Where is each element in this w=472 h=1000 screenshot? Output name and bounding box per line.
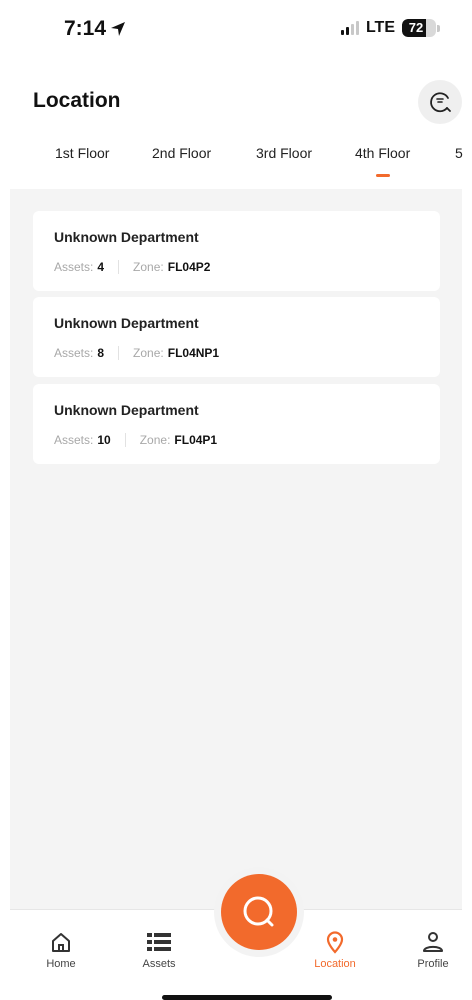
tab-4th-floor[interactable]: 4th Floor [355, 145, 410, 161]
zone-code: FL04P2 [167, 260, 211, 274]
nav-assets[interactable]: Assets [124, 930, 194, 970]
filter-icon [430, 92, 451, 113]
floor-tabs: 1st Floor 2nd Floor 3rd Floor 4th Floor … [0, 143, 472, 189]
active-tab-indicator [376, 174, 390, 177]
signal-icon [340, 21, 359, 35]
list-icon [147, 933, 171, 951]
meta-divider [124, 433, 126, 447]
assets-label: Assets: [54, 433, 94, 447]
assets-count: 8 [97, 346, 105, 360]
profile-icon [423, 932, 443, 952]
location-pin-icon [326, 931, 344, 954]
meta-divider [118, 260, 120, 274]
home-icon [52, 933, 70, 952]
zone-code: FL04NP1 [167, 346, 220, 360]
tab-5th-floor[interactable]: 5 [455, 145, 463, 161]
assets-label: Assets: [54, 346, 94, 360]
nav-location-label: Location [314, 958, 356, 970]
filter-button[interactable] [418, 80, 462, 124]
department-meta: Assets: 10 Zone: FL04P1 [54, 433, 217, 447]
department-card[interactable]: Unknown Department Assets: 10 Zone: FL04… [33, 384, 440, 464]
status-time: 7:14 [64, 17, 126, 41]
assets-label: Assets: [54, 260, 94, 274]
department-meta: Assets: 4 Zone: FL04P2 [54, 260, 210, 274]
department-list: Unknown Department Assets: 4 Zone: FL04P… [10, 189, 462, 909]
assets-count: 10 [97, 433, 111, 447]
tab-3rd-floor[interactable]: 3rd Floor [256, 145, 312, 161]
nav-home[interactable]: Home [26, 930, 96, 970]
battery-icon: 72 [402, 19, 440, 37]
department-name: Unknown Department [54, 402, 199, 418]
status-indicators: LTE 72 [340, 19, 440, 37]
department-name: Unknown Department [54, 229, 199, 245]
assets-count: 4 [97, 260, 105, 274]
nav-profile[interactable]: Profile [398, 930, 468, 970]
status-bar: 7:14 LTE 72 [0, 0, 472, 60]
location-arrow-icon [111, 22, 126, 36]
nav-home-label: Home [46, 958, 76, 970]
scan-search-button[interactable] [221, 874, 297, 950]
nav-profile-label: Profile [417, 958, 449, 970]
department-card[interactable]: Unknown Department Assets: 8 Zone: FL04N… [33, 297, 440, 377]
department-card[interactable]: Unknown Department Assets: 4 Zone: FL04P… [33, 211, 440, 291]
meta-divider [118, 346, 120, 360]
department-name: Unknown Department [54, 315, 199, 331]
battery-level: 72 [408, 20, 424, 35]
nav-assets-label: Assets [142, 958, 176, 970]
search-icon [243, 896, 274, 927]
department-meta: Assets: 8 Zone: FL04NP1 [54, 346, 219, 360]
status-time-text: 7:14 [64, 17, 107, 40]
zone-label: Zone: [133, 260, 164, 274]
zone-code: FL04P1 [174, 433, 218, 447]
page-title: Location [33, 89, 121, 112]
zone-label: Zone: [133, 346, 164, 360]
network-type: LTE [365, 19, 395, 36]
nav-location[interactable]: Location [300, 930, 370, 970]
tab-2nd-floor[interactable]: 2nd Floor [152, 145, 211, 161]
zone-label: Zone: [139, 433, 171, 447]
tab-1st-floor[interactable]: 1st Floor [55, 145, 109, 161]
home-indicator [162, 995, 332, 1000]
